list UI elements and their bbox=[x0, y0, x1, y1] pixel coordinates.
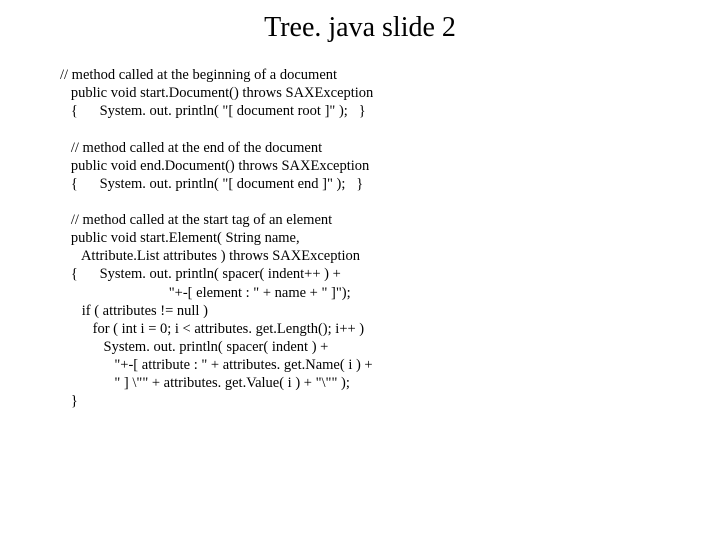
code-block: // method called at the beginning of a d… bbox=[20, 66, 700, 410]
slide-title: Tree. java slide 2 bbox=[20, 12, 700, 44]
slide-container: Tree. java slide 2 // method called at t… bbox=[0, 0, 720, 540]
